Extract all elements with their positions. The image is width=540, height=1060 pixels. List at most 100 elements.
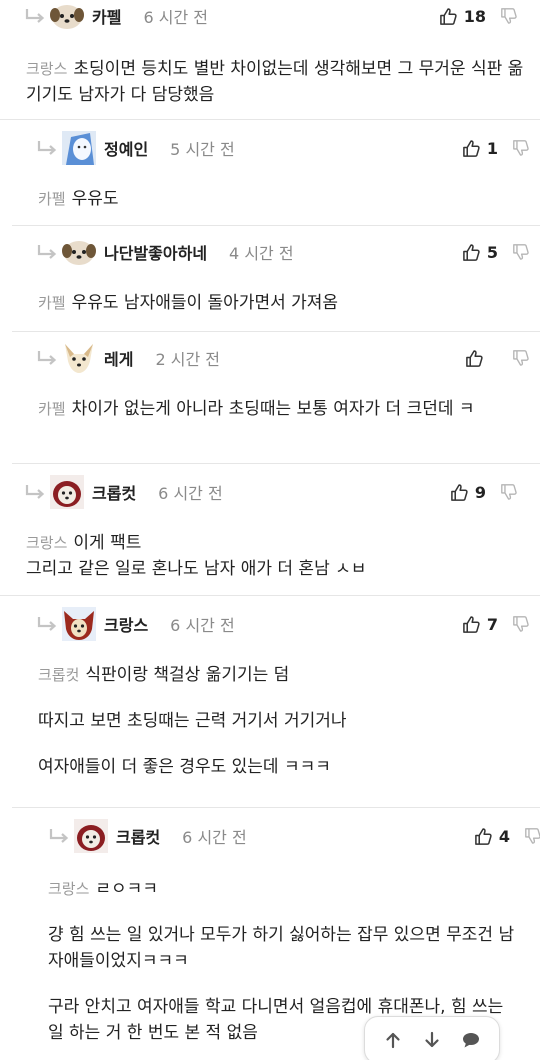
dislike-button[interactable]: [512, 349, 530, 367]
speech-bubble-icon: [463, 1033, 480, 1048]
mention[interactable]: 카펠: [38, 294, 66, 312]
vote-controls: 7: [462, 606, 530, 642]
like-button[interactable]: 18: [439, 7, 486, 26]
reply-arrow-icon: [25, 485, 45, 499]
comment-body: 크랑스 이게 팩트 그리고 같은 일로 혼나도 남자 애가 더 혼남 ㅅㅂ: [26, 530, 526, 582]
comment-text: 이게 팩트: [73, 533, 142, 553]
comment-text: 따지고 보면 초딩때는 근력 거기서 거기거나: [38, 711, 347, 731]
reply-arrow-icon: [37, 617, 57, 631]
timestamp: 6 시간 전: [143, 8, 208, 27]
comment-body: 카펠 우유도: [38, 186, 528, 212]
timestamp: 6 시간 전: [170, 616, 235, 635]
reply-arrow-icon: [37, 141, 57, 155]
mention[interactable]: 카펠: [38, 190, 66, 208]
thumbs-down-icon: [501, 484, 517, 500]
avatar[interactable]: [62, 341, 96, 375]
floating-nav: [364, 1016, 500, 1060]
timestamp: 2 시간 전: [155, 350, 220, 369]
scroll-down-button[interactable]: [422, 1030, 442, 1050]
nickname[interactable]: 카펠: [92, 4, 121, 28]
vote-controls: [465, 340, 530, 376]
nickname[interactable]: 크랑스: [104, 612, 148, 636]
like-count: 5: [486, 242, 498, 262]
thumbs-up-icon: [474, 827, 492, 845]
nickname[interactable]: 정예인: [104, 136, 148, 160]
vote-controls: 4: [474, 818, 540, 854]
vote-controls: 18: [439, 0, 518, 34]
vote-controls: 1: [462, 130, 530, 166]
thumbs-up-icon: [462, 139, 480, 157]
like-button[interactable]: 7: [462, 615, 498, 634]
vote-controls: 9: [450, 474, 518, 510]
mention[interactable]: 크랑스: [26, 534, 67, 552]
reply-arrow-icon: [49, 829, 69, 843]
thumbs-down-icon: [513, 350, 529, 366]
comment-item: 카펠 6 시간 전 18 크랑스 초딩이면 등치도 별반 차이없는데 생각해보면 …: [0, 0, 540, 120]
thumbs-down-icon: [525, 828, 540, 844]
timestamp: 6 시간 전: [182, 828, 247, 847]
avatar[interactable]: [50, 475, 84, 509]
nickname[interactable]: 크롭컷: [92, 480, 136, 504]
like-button[interactable]: 9: [450, 483, 486, 502]
dislike-button[interactable]: [500, 483, 518, 501]
comment-text: 차이가 없는게 아니라 초딩때는 보통 여자가 더 크던데 ㅋ: [71, 399, 475, 419]
comment-body: 카펠 차이가 없는게 아니라 초딩때는 보통 여자가 더 크던데 ㅋ: [38, 396, 536, 422]
like-count: 18: [463, 6, 486, 26]
comment-text: 식판이랑 책걸상 옮기기는 덤: [85, 665, 290, 685]
reply-arrow-icon: [37, 245, 57, 259]
comment-text: 걍 힘 쓰는 일 있거나 모두가 하기 싫어하는 잡무 있으면 무조건 남자애들…: [48, 925, 515, 971]
thumbs-up-icon: [462, 243, 480, 261]
comment-header: 크롭컷 6 시간 전: [48, 818, 540, 854]
thumbs-down-icon: [513, 140, 529, 156]
timestamp: 5 시간 전: [170, 140, 235, 159]
dislike-button[interactable]: [524, 827, 540, 845]
thumbs-down-icon: [513, 244, 529, 260]
like-count: 7: [486, 614, 498, 634]
comment-body: 크랑스 초딩이면 등치도 별반 차이없는데 생각해보면 그 무거운 식판 옮기기도…: [26, 56, 526, 108]
reply-arrow-icon: [37, 351, 57, 365]
like-count: 9: [474, 482, 486, 502]
nickname[interactable]: 나단발좋아하네: [104, 240, 207, 264]
comment-item: 크롭컷 6 시간 전 9 크랑스 이게 팩트 그리고 같은 일로 혼나도 남자 애…: [0, 464, 540, 596]
like-button[interactable]: 4: [474, 827, 510, 846]
avatar[interactable]: [62, 131, 96, 165]
mention[interactable]: 카펠: [38, 400, 66, 418]
like-button[interactable]: 1: [462, 139, 498, 158]
comment-body: 카펠 우유도 남자애들이 돌아가면서 가져옴: [38, 290, 528, 316]
like-button[interactable]: 5: [462, 243, 498, 262]
thumbs-up-icon: [450, 483, 468, 501]
mention[interactable]: 크랑스: [48, 880, 89, 898]
nickname[interactable]: 크롭컷: [116, 824, 160, 848]
vote-controls: 5: [462, 234, 530, 270]
reply-arrow-icon: [25, 9, 45, 23]
avatar[interactable]: [62, 607, 96, 641]
mention[interactable]: 크롭컷: [38, 666, 79, 684]
nickname[interactable]: 레게: [104, 346, 133, 370]
dislike-button[interactable]: [500, 7, 518, 25]
dislike-button[interactable]: [512, 615, 530, 633]
comment-text: 우유도 남자애들이 돌아가면서 가져옴: [71, 293, 339, 313]
comment-text: 여자애들이 더 좋은 경우도 있는데 ㅋㅋㅋ: [38, 757, 331, 777]
comment-thread: 카펠 6 시간 전 18 크랑스 초딩이면 등치도 별반 차이없는데 생각해보면 …: [0, 0, 540, 1060]
avatar[interactable]: [62, 235, 96, 269]
scroll-up-button[interactable]: [383, 1030, 403, 1050]
mention[interactable]: 크랑스: [26, 60, 67, 78]
dislike-button[interactable]: [512, 243, 530, 261]
comment-body: 크롭컷 식판이랑 책걸상 옮기기는 덤 따지고 보면 초딩때는 근력 거기서 거기…: [38, 662, 528, 780]
comment-text: 초딩이면 등치도 별반 차이없는데 생각해보면 그 무거운 식판 옮기기도 남자…: [26, 59, 524, 105]
arrow-down-icon: [425, 1031, 439, 1048]
thumbs-up-icon: [466, 349, 483, 367]
like-button[interactable]: [465, 349, 498, 368]
comment-item: 정예인 5 시간 전 1 카펠 우유도: [12, 120, 540, 226]
comment-item: 레게 2 시간 전 카펠 차이가 없는게 아니라 초딩때는 보통 여자가 더 크던…: [12, 332, 540, 464]
thumbs-up-icon: [462, 615, 480, 633]
avatar[interactable]: [74, 819, 108, 853]
thumbs-down-icon: [501, 8, 517, 24]
dislike-button[interactable]: [512, 139, 530, 157]
thumbs-down-icon: [513, 616, 529, 632]
thumbs-up-icon: [439, 7, 457, 25]
like-count: 1: [486, 138, 498, 158]
comment-button[interactable]: [461, 1030, 481, 1050]
avatar[interactable]: [50, 0, 84, 33]
comment-item: 나단발좋아하네 4 시간 전 5 카펠 우유도 남자애들이 돌아가면서 가져옴: [12, 226, 540, 332]
